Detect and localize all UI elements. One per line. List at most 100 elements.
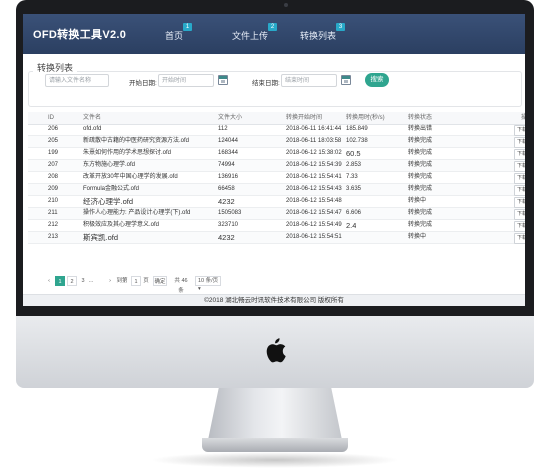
total-count: 共 46 条 (174, 278, 188, 294)
page-size-value: 10 条/页 (198, 278, 219, 284)
cell-id: 213 (48, 234, 59, 240)
goto-page-input[interactable]: 1 (131, 276, 141, 286)
download-button[interactable]: 下载 (514, 209, 525, 220)
page-button-1[interactable]: 1 (55, 276, 65, 286)
nav-convert-list[interactable]: 转换列表 3 (300, 23, 346, 42)
cell-filename: ofd.ofd (83, 126, 102, 132)
page-size-select[interactable]: 10 条/页 ▾ (195, 276, 221, 292)
nav-home[interactable]: 首页 1 (165, 23, 193, 42)
download-button[interactable]: 下载 (514, 125, 525, 136)
search-button[interactable]: 搜索 (365, 73, 389, 87)
footer: ©2018 湖北畅云时讯软件技术有限公司 版权所有 (23, 294, 525, 306)
table-row: 210 经济心理学.ofd 4232 2018-06-12 15:54:48 转… (28, 196, 525, 208)
table-row: 212 积极效应及其心理学意义.ofd 323710 2018-06-12 15… (28, 220, 525, 232)
table-row: 207 东方物施心理学.ofd 74994 2018-06-12 15:54:3… (28, 160, 525, 172)
cell-start-time: 2018-06-12 15:38:02 (286, 150, 342, 156)
end-date-input[interactable]: 结束时间 (281, 74, 337, 87)
download-button[interactable]: 下载 (514, 185, 525, 196)
goto-confirm-button[interactable]: 确定 (153, 276, 167, 286)
cell-id: 210 (48, 198, 59, 204)
download-button[interactable]: 下载 (514, 173, 525, 184)
filename-input[interactable]: 请输入文件名称 (45, 74, 109, 87)
download-button[interactable]: 下载 (514, 161, 525, 172)
table-row: 205 新疏散中古籍的中医药研究资源方法.ofd 124044 2018-06-… (28, 136, 525, 148)
nav-home-badge: 1 (183, 23, 193, 31)
cell-filename: 斯宾凯.ofd (83, 233, 119, 242)
cell-filename: 新疏散中古籍的中医药研究资源方法.ofd (83, 138, 190, 144)
end-date-label: 结束日期: (252, 80, 280, 87)
cell-filename: 操作人心理能力: 产品设计心理学(下).ofd (83, 210, 191, 216)
cell-filename: Formula金融公式.ofd (83, 186, 140, 192)
apple-logo-icon (266, 338, 286, 363)
page-button-3[interactable]: 3 (79, 276, 87, 286)
nav-upload-label: 文件上传 (232, 31, 269, 41)
cell-size: 4232 (218, 197, 235, 206)
cell-duration: 3.635 (346, 186, 362, 192)
cell-status: 转换完成 (408, 210, 433, 216)
cell-status: 转换中 (408, 198, 427, 204)
col-action: 操作 (521, 115, 525, 121)
cell-start-time: 2018-06-12 15:54:43 (286, 186, 342, 192)
cell-id: 207 (48, 162, 59, 168)
cell-duration: 102.738 (346, 138, 368, 144)
cell-id: 206 (48, 126, 59, 132)
camera-icon (284, 3, 288, 7)
cell-status: 转换完成 (408, 186, 433, 192)
cell-size: 136916 (218, 174, 239, 180)
cell-start-time: 2018-06-12 15:54:39 (286, 162, 342, 168)
table-row: 213 斯宾凯.ofd 4232 2018-06-12 15:54:51 转换中… (28, 232, 525, 244)
table-row: 209 Formula金融公式.ofd 66458 2018-06-12 15:… (28, 184, 525, 196)
next-page-button[interactable]: › (106, 276, 114, 286)
download-button[interactable]: 下载 (514, 233, 525, 244)
cell-size: 74994 (218, 162, 235, 168)
start-date-input[interactable]: 开始时间 (158, 74, 214, 87)
nav-upload-badge: 2 (268, 23, 278, 31)
table-row: 199 朱熹如何作用的学术思想探讨.ofd 168344 2018-06-12 … (28, 148, 525, 160)
calendar-icon[interactable] (218, 75, 228, 85)
nav-list-badge: 3 (336, 23, 346, 31)
nav-list-label: 转换列表 (300, 31, 337, 41)
cell-id: 209 (48, 186, 59, 192)
cell-start-time: 2018-06-12 15:54:49 (286, 222, 342, 228)
cell-duration: 2.853 (346, 162, 362, 168)
download-button[interactable]: 下载 (514, 221, 525, 232)
cell-size: 168344 (218, 150, 239, 156)
cell-duration: 2.4 (346, 221, 357, 230)
cell-filename: 东方物施心理学.ofd (83, 162, 136, 168)
cell-status: 转换完成 (408, 174, 433, 180)
cell-filename: 改革开放30年中国心理学的发展.ofd (83, 174, 178, 180)
col-start-time: 转换开始时间 (286, 115, 323, 121)
stand-shadow (150, 452, 400, 468)
app-header: OFD转换工具V2.0 首页 1 文件上传 2 转换列表 3 (23, 14, 525, 54)
cell-start-time: 2018-06-12 15:54:41 (286, 174, 342, 180)
cell-status: 转换完成 (408, 222, 433, 228)
cell-status: 转换中 (408, 234, 427, 240)
monitor-stand (208, 388, 342, 440)
page-button-2[interactable]: 2 (67, 276, 77, 286)
cell-status: 转换完成 (408, 162, 433, 168)
cell-size: 124044 (218, 138, 239, 144)
page-button-5[interactable] (96, 276, 104, 286)
cell-duration: 185.849 (346, 126, 368, 132)
download-button[interactable]: 下载 (514, 197, 525, 208)
cell-id: 208 (48, 174, 59, 180)
app-title: OFD转换工具V2.0 (33, 29, 127, 41)
cell-id: 205 (48, 138, 59, 144)
nav-file-upload[interactable]: 文件上传 2 (232, 23, 278, 42)
col-size: 文件大小 (218, 115, 243, 121)
cell-filename: 朱熹如何作用的学术思想探讨.ofd (83, 150, 172, 156)
calendar-icon[interactable] (341, 75, 351, 85)
cell-start-time: 2018-06-12 15:54:48 (286, 198, 342, 204)
chevron-down-icon: ▾ (198, 286, 201, 292)
cell-size: 1505083 (218, 210, 242, 216)
prev-page-button[interactable]: ‹ (45, 276, 53, 286)
download-button[interactable]: 下载 (514, 137, 525, 148)
cell-status: 转换完成 (408, 150, 433, 156)
cell-duration: 6.606 (346, 210, 362, 216)
col-filename: 文件名 (83, 115, 102, 121)
col-duration: 转换用时(秒/s) (346, 115, 385, 121)
download-button[interactable]: 下载 (514, 149, 525, 160)
cell-size: 66458 (218, 186, 235, 192)
cell-status: 转换出错 (408, 126, 433, 132)
cell-start-time: 2018-06-12 15:54:47 (286, 210, 342, 216)
